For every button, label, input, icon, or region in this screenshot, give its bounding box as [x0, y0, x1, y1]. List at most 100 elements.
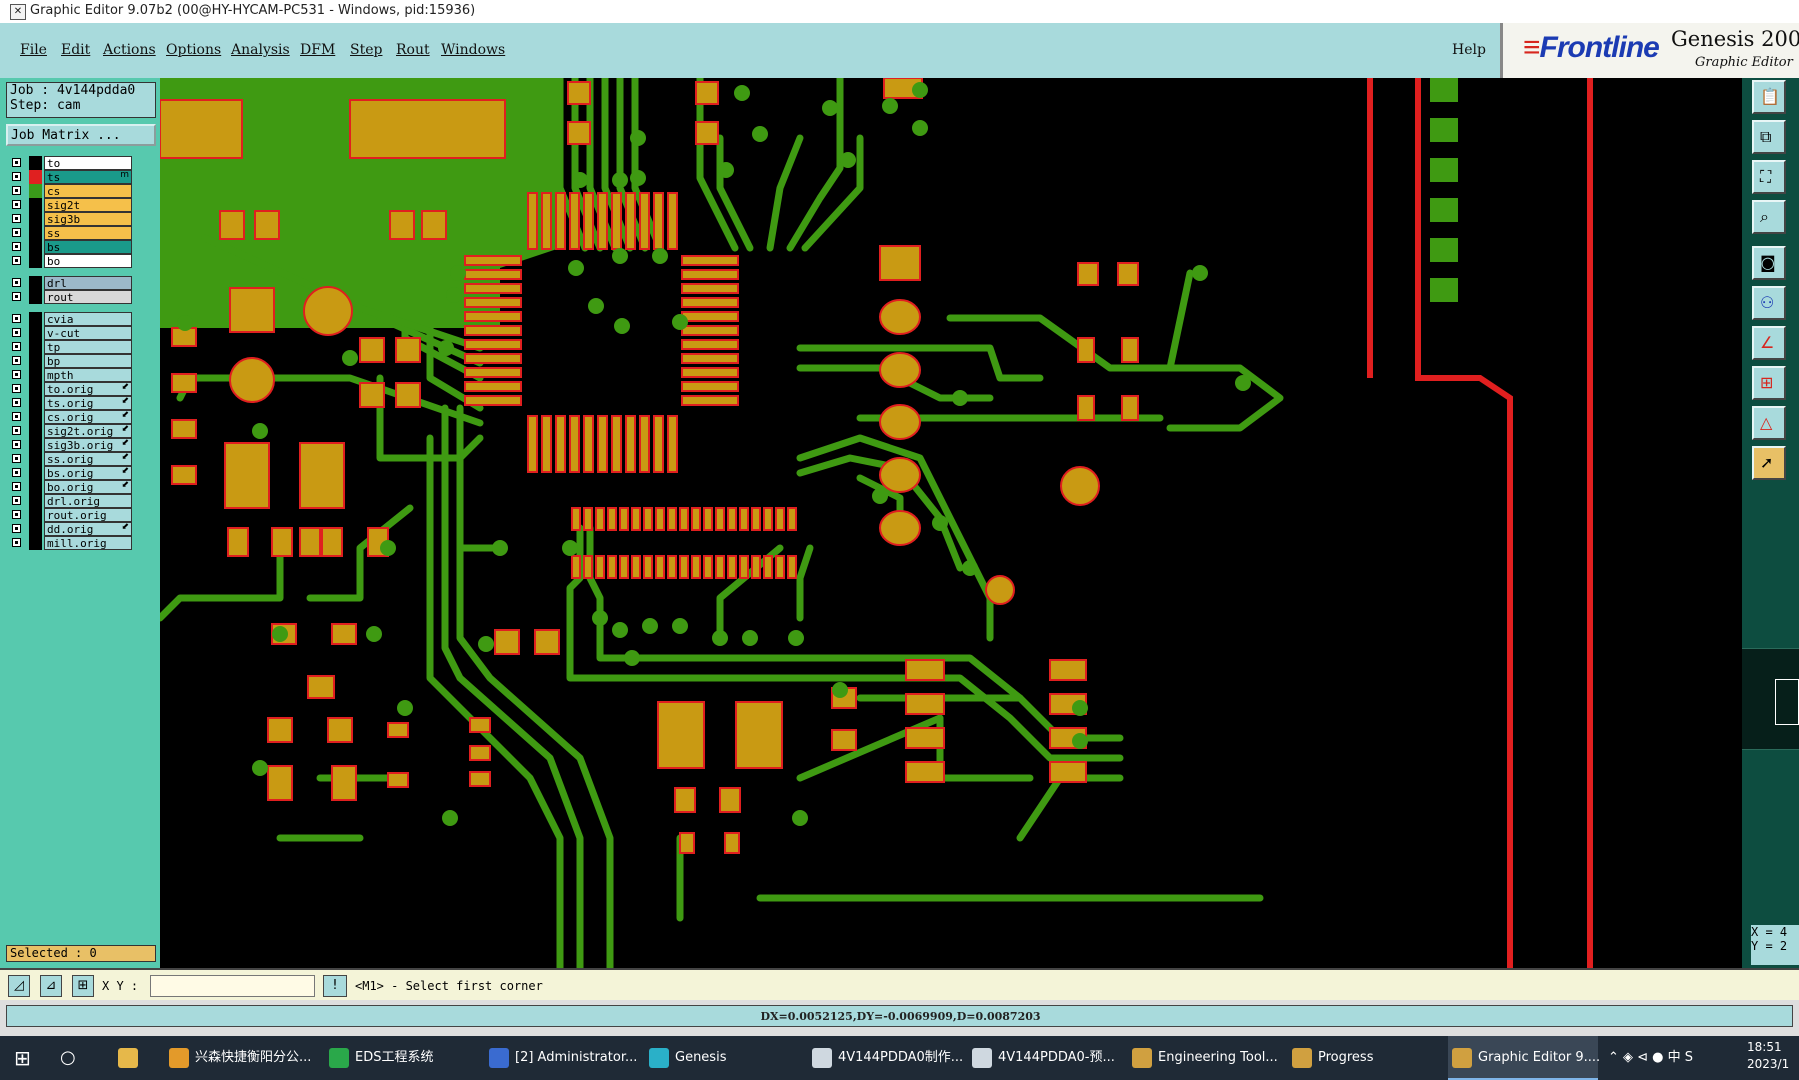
layer-row-bo[interactable]: bo: [8, 254, 132, 268]
layer-checkbox[interactable]: [12, 524, 21, 533]
layer-row-sig2t[interactable]: sig2t: [8, 198, 132, 212]
layer-name[interactable]: bs: [44, 240, 132, 254]
start-button[interactable]: ⊞: [12, 1036, 36, 1080]
layer-color-swatch[interactable]: [29, 536, 42, 550]
taskbar-item[interactable]: 4V144PDDA0-预...: [968, 1036, 1118, 1080]
menu-help[interactable]: Help: [1452, 42, 1486, 58]
layer-name[interactable]: rout: [44, 290, 132, 304]
layer-color-swatch[interactable]: [29, 368, 42, 382]
layer-row-bs[interactable]: bs: [8, 240, 132, 254]
layer-row-mill-orig[interactable]: mill.orig: [8, 536, 132, 550]
menu-file[interactable]: File: [20, 42, 47, 58]
measure-button[interactable]: ∠: [1752, 326, 1786, 360]
layer-row-v-cut[interactable]: v-cut: [8, 326, 132, 340]
layer-button[interactable]: ⧉: [1752, 120, 1786, 154]
layer-name[interactable]: bo: [44, 254, 132, 268]
layer-color-swatch[interactable]: [29, 226, 42, 240]
layer-checkbox[interactable]: [12, 496, 21, 505]
menu-actions[interactable]: Actions: [103, 42, 156, 58]
layer-color-swatch[interactable]: [29, 438, 42, 452]
layer-name[interactable]: sig2t: [44, 198, 132, 212]
layer-name[interactable]: to.orig: [44, 382, 132, 396]
layer-name[interactable]: dd.orig: [44, 522, 132, 536]
layer-row-sig2t-orig[interactable]: sig2t.orig ⬋: [8, 424, 132, 438]
layer-row-bp[interactable]: bp: [8, 354, 132, 368]
layer-name[interactable]: v-cut: [44, 326, 132, 340]
menu-edit[interactable]: Edit: [61, 42, 90, 58]
layer-name[interactable]: sig2t.orig: [44, 424, 132, 438]
layer-row-cs[interactable]: cs: [8, 184, 132, 198]
layer-row-to-orig[interactable]: to.orig ⬋: [8, 382, 132, 396]
layer-name[interactable]: tp: [44, 340, 132, 354]
layer-color-swatch[interactable]: [29, 198, 42, 212]
warning-button[interactable]: △: [1752, 406, 1786, 440]
layer-row-ss[interactable]: ss: [8, 226, 132, 240]
layer-row-sig3b-orig[interactable]: sig3b.orig ⬋: [8, 438, 132, 452]
layer-checkbox[interactable]: [12, 356, 21, 365]
net-button[interactable]: ⚇: [1752, 286, 1786, 320]
layer-row-mpth[interactable]: mpth: [8, 368, 132, 382]
layer-checkbox[interactable]: [12, 242, 21, 251]
layer-checkbox[interactable]: [12, 468, 21, 477]
taskbar-item[interactable]: 兴森快捷衡阳分公...: [165, 1036, 315, 1080]
layer-checkbox[interactable]: [12, 256, 21, 265]
layer-checkbox[interactable]: [12, 186, 21, 195]
snapshot-button[interactable]: ◙: [1752, 246, 1786, 280]
layer-color-swatch[interactable]: [29, 312, 42, 326]
layer-checkbox[interactable]: [12, 314, 21, 323]
layer-checkbox[interactable]: [12, 370, 21, 379]
layer-row-cs-orig[interactable]: cs.orig ⬋: [8, 410, 132, 424]
layer-checkbox[interactable]: [12, 342, 21, 351]
components-button[interactable]: ⊞: [1752, 366, 1786, 400]
menu-options[interactable]: Options: [166, 42, 221, 58]
layer-checkbox[interactable]: [12, 172, 21, 181]
taskbar-item[interactable]: EDS工程系统: [325, 1036, 475, 1080]
taskbar-item[interactable]: [2] Administrator...: [485, 1036, 637, 1080]
layer-name[interactable]: mpth: [44, 368, 132, 382]
layer-color-swatch[interactable]: [29, 494, 42, 508]
mini-map[interactable]: [1742, 648, 1799, 750]
job-matrix-button[interactable]: Job Matrix ...: [6, 124, 156, 146]
clipboard-button[interactable]: 📋: [1752, 80, 1786, 114]
layer-color-swatch[interactable]: [29, 424, 42, 438]
layer-name[interactable]: bo.orig: [44, 480, 132, 494]
layer-color-swatch[interactable]: [29, 240, 42, 254]
layer-checkbox[interactable]: [12, 482, 21, 491]
taskbar-item[interactable]: Genesis: [645, 1036, 795, 1080]
layer-row-tp[interactable]: tp: [8, 340, 132, 354]
layer-row-ss-orig[interactable]: ss.orig ⬋: [8, 452, 132, 466]
layer-name[interactable]: drl.orig: [44, 494, 132, 508]
fit-button[interactable]: ⛶: [1752, 160, 1786, 194]
layer-row-bs-orig[interactable]: bs.orig ⬋: [8, 466, 132, 480]
layer-checkbox[interactable]: [12, 158, 21, 167]
grid-mode-button[interactable]: ⊞: [72, 975, 94, 997]
explorer-button[interactable]: [118, 1036, 142, 1080]
select-button[interactable]: ➚: [1752, 446, 1786, 480]
layer-color-swatch[interactable]: [29, 276, 42, 290]
layer-row-rout-orig[interactable]: rout.orig: [8, 508, 132, 522]
layer-name[interactable]: cvia: [44, 312, 132, 326]
layer-checkbox[interactable]: [12, 398, 21, 407]
layer-name[interactable]: drl: [44, 276, 132, 290]
layer-color-swatch[interactable]: [29, 522, 42, 536]
xy-input[interactable]: [150, 975, 315, 997]
layer-checkbox[interactable]: [12, 538, 21, 547]
info-button[interactable]: !: [323, 975, 347, 997]
corner-mode-button[interactable]: ◿: [8, 975, 30, 997]
layer-color-swatch[interactable]: [29, 184, 42, 198]
layer-checkbox[interactable]: [12, 278, 21, 287]
menu-rout[interactable]: Rout: [396, 42, 430, 58]
layer-checkbox[interactable]: [12, 510, 21, 519]
layer-checkbox[interactable]: [12, 328, 21, 337]
layer-color-swatch[interactable]: [29, 290, 42, 304]
layer-row-to[interactable]: to: [8, 156, 132, 170]
layer-row-ts-orig[interactable]: ts.orig ⬋: [8, 396, 132, 410]
layer-color-swatch[interactable]: [29, 480, 42, 494]
zoom-button[interactable]: ⌕: [1752, 200, 1786, 234]
taskbar-item[interactable]: Progress: [1288, 1036, 1438, 1080]
layer-row-cvia[interactable]: cvia: [8, 312, 132, 326]
layer-color-swatch[interactable]: [29, 466, 42, 480]
layer-row-drl-orig[interactable]: drl.orig: [8, 494, 132, 508]
graphic-canvas[interactable]: [160, 78, 1742, 968]
layer-name[interactable]: sig3b: [44, 212, 132, 226]
